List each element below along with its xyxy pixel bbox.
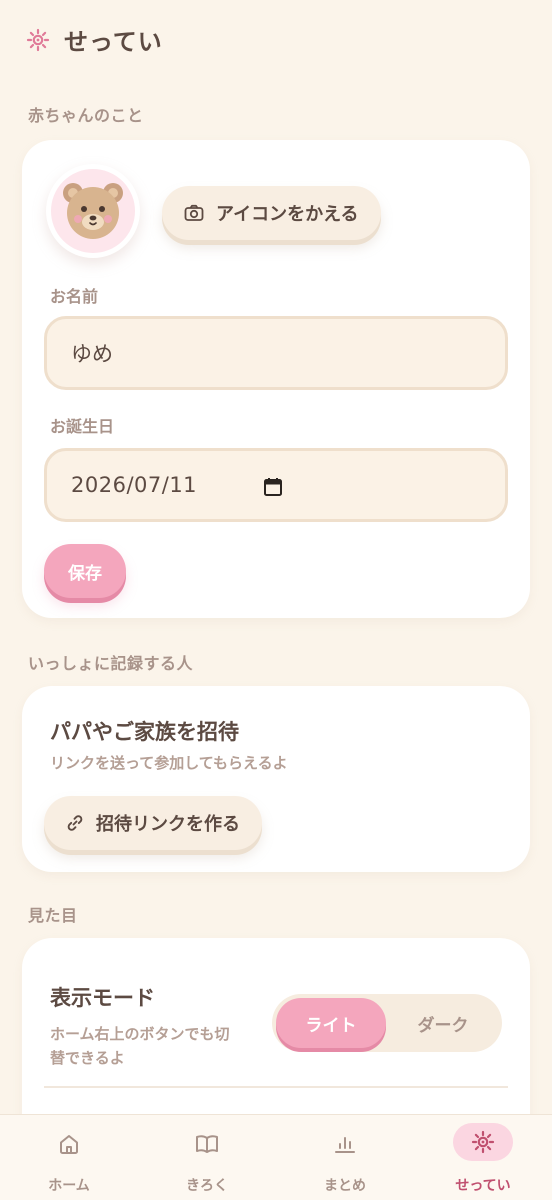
change-icon-label: アイコンをかえる (216, 204, 359, 225)
birthday-value: 2026/07/11 (71, 473, 198, 497)
section-label-baby: 赤ちゃんのこと (28, 106, 144, 125)
divider (44, 1086, 508, 1088)
avatar[interactable] (46, 164, 140, 258)
invite-subtitle: リンクを送って参加してもらえるよ (50, 754, 288, 772)
gear-icon (471, 1130, 495, 1154)
gear-icon (26, 28, 50, 51)
create-invite-link-button[interactable]: 招待リンクを作る (44, 796, 262, 850)
book-icon (196, 1135, 218, 1153)
calendar-icon[interactable] (263, 477, 283, 497)
create-invite-link-label: 招待リンクを作る (96, 814, 240, 835)
bear-icon (63, 183, 123, 239)
page-header: せってい (26, 22, 163, 57)
settings-page: せってい 赤ちゃんのこと アイコンをかえる お名前 ゆめ お誕生日 2026/0… (0, 0, 552, 1200)
nav-label-settings: せってい (455, 1178, 511, 1194)
save-button[interactable]: 保存 (44, 544, 126, 598)
dark-mode-option[interactable]: ダーク (388, 998, 498, 1048)
page-title: せってい (64, 28, 163, 56)
name-field[interactable]: ゆめ (44, 316, 508, 390)
display-mode-text: 表示モード ホーム右上のボタンでも切 替できるよ (50, 982, 260, 1070)
light-mode-option[interactable]: ライト (276, 998, 386, 1048)
nav-label-summary: まとめ (324, 1178, 366, 1194)
nav-item-records[interactable]: きろく (138, 1115, 276, 1200)
camera-icon (184, 204, 204, 221)
nav-label-records: きろく (186, 1178, 228, 1194)
nav-item-home[interactable]: ホーム (0, 1115, 138, 1200)
change-icon-button[interactable]: アイコンをかえる (162, 186, 381, 240)
name-value: ゆめ (71, 342, 113, 366)
home-icon (60, 1135, 78, 1154)
family-card: パパやご家族を招待 リンクを送って参加してもらえるよ 招待リンクを作る (22, 686, 530, 872)
display-mode-toggle[interactable]: ライト ダーク (272, 994, 502, 1052)
link-icon (67, 815, 83, 831)
bottom-nav: ホーム きろく まとめ せってい (0, 1114, 552, 1200)
baby-card: アイコンをかえる お名前 ゆめ お誕生日 2026/07/11 保存 (22, 140, 530, 618)
nav-item-summary[interactable]: まとめ (276, 1115, 414, 1200)
display-mode-desc-line1: ホーム右上のボタンでも切 (50, 1025, 230, 1043)
birthday-label: お誕生日 (50, 417, 115, 436)
display-mode-title: 表示モード (50, 986, 155, 1010)
display-mode-desc-line2: 替できるよ (50, 1049, 125, 1067)
nav-label-home: ホーム (48, 1178, 90, 1194)
section-label-appearance: 見た目 (28, 906, 78, 925)
name-label: お名前 (50, 287, 99, 306)
invite-title: パパやご家族を招待 (50, 720, 239, 744)
chart-icon (335, 1137, 355, 1153)
section-label-family: いっしょに記録する人 (28, 654, 194, 673)
display-mode-description: ホーム右上のボタンでも切 替できるよ (50, 1022, 260, 1070)
birthday-field[interactable]: 2026/07/11 (44, 448, 508, 522)
nav-item-settings[interactable]: せってい (414, 1115, 552, 1200)
